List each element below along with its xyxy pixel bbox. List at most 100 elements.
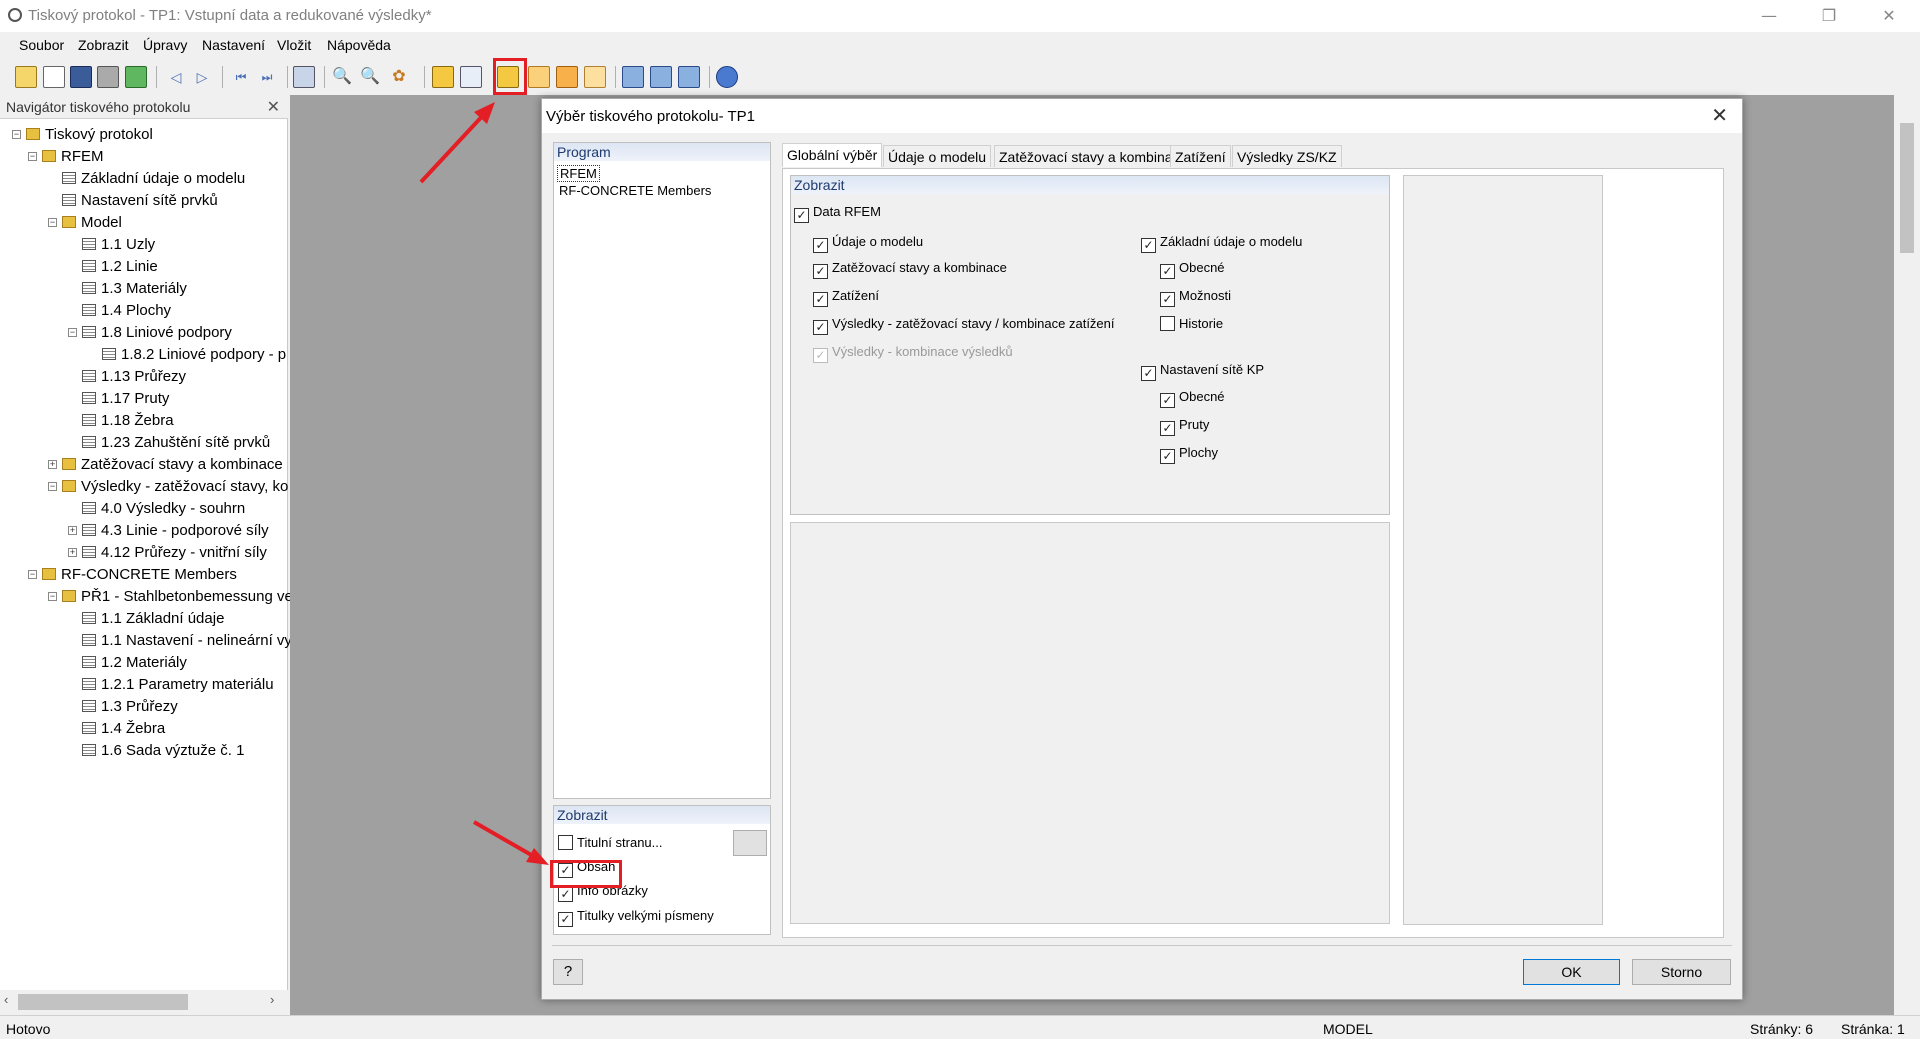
settings-icon[interactable]: ✿: [388, 66, 410, 88]
checkbox-titulky[interactable]: ✓ Titulky velkými písmeny: [558, 907, 714, 927]
scroll-left-icon[interactable]: ‹: [4, 992, 8, 1007]
checkbox-box[interactable]: [558, 835, 573, 850]
tree-item[interactable]: Zatěžovací stavy a kombinace: [62, 455, 283, 475]
checkbox-box[interactable]: ✓: [813, 320, 828, 335]
zoom-out-icon[interactable]: 🔍: [359, 66, 381, 88]
tree-item[interactable]: 1.18 Žebra: [82, 411, 174, 431]
scroll-thumb[interactable]: [1900, 123, 1914, 253]
checkbox-moznosti[interactable]: ✓ Možnosti: [1160, 287, 1231, 307]
checkbox-box[interactable]: ✓: [1141, 366, 1156, 381]
page-icon[interactable]: [556, 66, 578, 88]
checkbox-box[interactable]: ✓: [794, 208, 809, 223]
tree-item[interactable]: 1.13 Průřezy: [82, 367, 186, 387]
tree-item[interactable]: PŘ1 - Stahlbetonbemessung ve: [62, 587, 293, 607]
help-icon[interactable]: [716, 66, 738, 88]
checkbox-box[interactable]: ✓: [558, 912, 573, 927]
tree-item[interactable]: 4.3 Linie - podporové síly: [82, 521, 269, 541]
checkbox-box[interactable]: ✓: [1160, 264, 1175, 279]
checkbox-zatezovaci-stavy[interactable]: ✓ Zatěžovací stavy a kombinace: [813, 259, 1007, 279]
program-item-rfem[interactable]: RFEM: [557, 165, 600, 182]
tree-item[interactable]: Výsledky - zatěžovací stavy, ko: [62, 477, 288, 497]
expand-icon[interactable]: −: [12, 130, 21, 139]
horizontal-scrollbar[interactable]: ‹ ›: [0, 990, 288, 1015]
tree-item[interactable]: 1.17 Pruty: [82, 389, 169, 409]
tab-vysledky-zs-kz[interactable]: Výsledky ZS/KZ: [1232, 145, 1342, 167]
edit-icon[interactable]: [432, 66, 454, 88]
checkbox-box[interactable]: ✓: [813, 292, 828, 307]
checkbox-udaje-o-modelu[interactable]: ✓ Údaje o modelu: [813, 233, 923, 253]
expand-icon[interactable]: −: [48, 482, 57, 491]
tree-item[interactable]: Model: [62, 213, 122, 233]
checkbox-box[interactable]: [1160, 316, 1175, 331]
tree-item[interactable]: 1.23 Zahuštění sítě prvků: [82, 433, 270, 453]
tree-item[interactable]: 1.2 Linie: [82, 257, 158, 277]
menu-napoveda[interactable]: Nápověda: [327, 37, 391, 53]
tree-item[interactable]: 1.6 Sada výztuže č. 1: [82, 741, 244, 761]
menu-vlozit[interactable]: Vložit: [277, 37, 311, 53]
checkbox-zatizeni[interactable]: ✓ Zatížení: [813, 287, 879, 307]
checkbox-plochy[interactable]: ✓ Plochy: [1160, 444, 1218, 464]
checkbox-box[interactable]: ✓: [813, 264, 828, 279]
expand-icon[interactable]: −: [48, 218, 57, 227]
tree-item[interactable]: 1.1 Uzly: [82, 235, 155, 255]
checkbox-box[interactable]: ✓: [1160, 393, 1175, 408]
graphic-icon[interactable]: [678, 66, 700, 88]
checkbox-nastaveni-site[interactable]: ✓ Nastavení sítě KP: [1141, 361, 1264, 381]
checkbox-box[interactable]: ✓: [558, 887, 573, 902]
close-icon[interactable]: ✕: [267, 97, 280, 117]
minimize-button[interactable]: —: [1746, 0, 1792, 32]
zoom-in-icon[interactable]: 🔍: [331, 66, 353, 88]
scroll-thumb[interactable]: [18, 994, 188, 1010]
tree-item[interactable]: 1.4 Žebra: [82, 719, 165, 739]
tab-globalni-vyber[interactable]: Globální výběr: [782, 143, 883, 167]
tree-item[interactable]: 1.2 Materiály: [82, 653, 187, 673]
expand-icon[interactable]: +: [68, 548, 77, 557]
cancel-button[interactable]: Storno: [1632, 959, 1731, 985]
tab-zatizeni[interactable]: Zatížení: [1170, 145, 1231, 167]
dialog-close-icon[interactable]: ✕: [1711, 103, 1728, 128]
checkbox-historie[interactable]: Historie: [1160, 315, 1223, 333]
graphic-icon[interactable]: [622, 66, 644, 88]
ok-button[interactable]: OK: [1523, 959, 1620, 985]
checkbox-box[interactable]: ✓: [1160, 421, 1175, 436]
checkbox-obecne-1[interactable]: ✓ Obecné: [1160, 259, 1225, 279]
checkbox-data-rfem[interactable]: ✓ Data RFEM: [794, 203, 881, 223]
tree-item[interactable]: Základní údaje o modelu: [62, 169, 245, 189]
graphic-icon[interactable]: [650, 66, 672, 88]
edit-title-page-button[interactable]: [733, 830, 767, 856]
tab-zatezovaci-stavy[interactable]: Zatěžovací stavy a kombinace: [994, 145, 1193, 167]
export-icon[interactable]: [293, 66, 315, 88]
first-page-icon[interactable]: ⏮: [230, 66, 252, 88]
checkbox-box[interactable]: ✓: [1141, 238, 1156, 253]
tree-item[interactable]: 1.8.2 Liniové podpory - p: [102, 345, 286, 365]
checkbox-box[interactable]: ✓: [813, 238, 828, 253]
print-icon[interactable]: [97, 66, 119, 88]
menu-upravy[interactable]: Úpravy: [143, 37, 187, 53]
page-icon[interactable]: [528, 66, 550, 88]
page-icon[interactable]: [584, 66, 606, 88]
expand-icon[interactable]: −: [48, 592, 57, 601]
menu-nastaveni[interactable]: Nastavení: [202, 37, 265, 53]
tree-item[interactable]: 1.2.1 Parametry materiálu: [82, 675, 274, 695]
tree-item[interactable]: 1.1 Nastavení - nelineární vy: [82, 631, 292, 651]
checkbox-titulni-strana[interactable]: Titulní stranu...: [558, 834, 663, 852]
expand-icon[interactable]: −: [28, 570, 37, 579]
maximize-button[interactable]: ❐: [1806, 0, 1852, 32]
next-icon[interactable]: ▷: [191, 66, 213, 88]
checkbox-vysledky-zs[interactable]: ✓ Výsledky - zatěžovací stavy / kombinace…: [813, 315, 1115, 335]
tree-item[interactable]: 1.3 Průřezy: [82, 697, 178, 717]
previous-icon[interactable]: ◁: [165, 66, 187, 88]
scroll-right-icon[interactable]: ›: [270, 992, 274, 1007]
help-button[interactable]: ?: [553, 959, 583, 985]
checkbox-box[interactable]: ✓: [1160, 292, 1175, 307]
checkbox-pruty[interactable]: ✓ Pruty: [1160, 416, 1209, 436]
tree-item[interactable]: 1.1 Základní údaje: [82, 609, 224, 629]
open-icon[interactable]: [43, 66, 65, 88]
vertical-scrollbar[interactable]: [1894, 95, 1920, 1015]
expand-icon[interactable]: −: [28, 152, 37, 161]
menu-soubor[interactable]: Soubor: [19, 37, 64, 53]
checkbox-zakladni-udaje[interactable]: ✓ Základní údaje o modelu: [1141, 233, 1302, 253]
tree-item[interactable]: RF-CONCRETE Members: [42, 565, 237, 585]
expand-icon[interactable]: +: [48, 460, 57, 469]
refresh-icon[interactable]: [125, 66, 147, 88]
